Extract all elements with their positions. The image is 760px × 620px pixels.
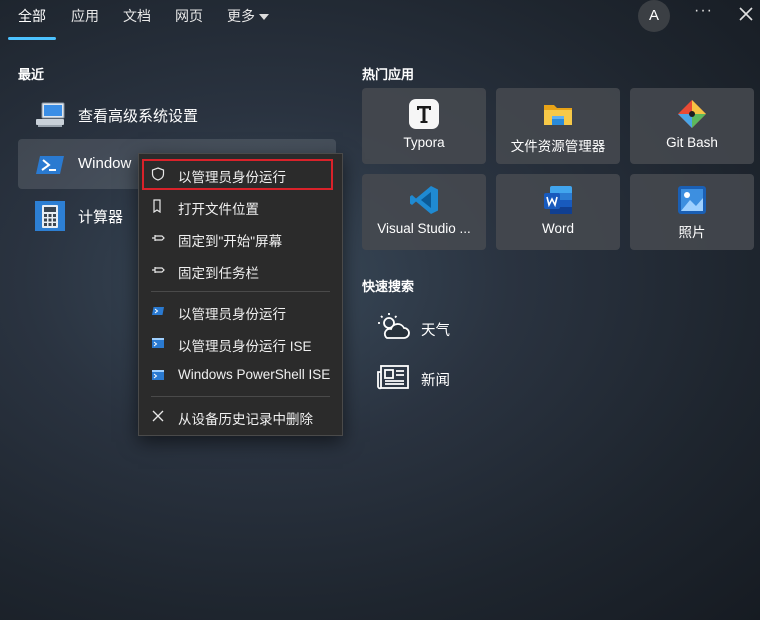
app-tile-label: 照片	[678, 225, 706, 240]
system-settings-icon	[36, 102, 65, 127]
app-tile-label: Visual Studio ...	[377, 221, 471, 236]
tab-more[interactable]: 更多	[227, 6, 269, 26]
chevron-down-icon	[259, 14, 269, 21]
app-tile-word[interactable]: Word	[496, 174, 620, 250]
close-icon[interactable]	[738, 6, 754, 22]
app-tile-git-bash[interactable]: Git Bash	[630, 88, 754, 164]
file-location-icon	[153, 199, 161, 213]
pin-icon	[152, 267, 165, 273]
recent-item-label: 查看高级系统设置	[78, 108, 199, 125]
menu-item-label: 以管理员身份运行	[178, 307, 286, 322]
menu-item-run-as-admin-2[interactable]: 以管理员身份运行	[139, 295, 342, 327]
file-explorer-icon	[544, 105, 572, 125]
photos-icon	[678, 186, 706, 214]
word-icon	[544, 186, 572, 214]
menu-item-pin-to-taskbar[interactable]: 固定到任务栏	[139, 254, 342, 286]
recent-item-label: Window	[78, 155, 132, 172]
menu-item-pin-to-start[interactable]: 固定到"开始"屏幕	[139, 222, 342, 254]
git-bash-icon	[678, 100, 706, 128]
tab-apps[interactable]: 应用	[71, 6, 99, 26]
app-tile-typora[interactable]: Typora	[362, 88, 486, 164]
tab-all[interactable]: 全部	[18, 6, 46, 26]
pin-icon	[152, 235, 165, 241]
quick-search-label: 新闻	[421, 373, 450, 389]
more-options-button[interactable]: ···	[694, 2, 713, 20]
recent-item-label: 计算器	[78, 209, 124, 226]
menu-item-label: Windows PowerShell ISE	[178, 367, 331, 382]
vscode-icon	[410, 186, 438, 214]
menu-item-label: 以管理员身份运行 ISE	[178, 339, 312, 354]
menu-item-remove-from-history[interactable]: 从设备历史记录中删除	[139, 400, 342, 432]
powershell-icon	[152, 307, 164, 315]
app-tile-label: Typora	[403, 135, 445, 150]
app-tile-photos[interactable]: 照片	[630, 174, 754, 250]
app-tile-file-explorer[interactable]: 文件资源管理器	[496, 88, 620, 164]
quick-search-title: 快速搜索	[362, 279, 415, 294]
quick-search-label: 天气	[421, 323, 450, 339]
context-menu: 以管理员身份运行 打开文件位置 固定到"开始"屏幕 固定到任务栏 以管理员身份运…	[138, 153, 343, 436]
avatar[interactable]: A	[638, 0, 670, 32]
tab-documents[interactable]: 文档	[123, 6, 151, 26]
powershell-icon	[36, 156, 64, 174]
menu-separator	[151, 291, 330, 292]
typora-icon	[409, 99, 439, 129]
tab-more-label: 更多	[227, 8, 255, 24]
app-tile-vscode[interactable]: Visual Studio ...	[362, 174, 486, 250]
weather-icon	[378, 313, 410, 339]
app-tile-label: 文件资源管理器	[510, 139, 606, 154]
menu-item-powershell-ise[interactable]: Windows PowerShell ISE	[139, 359, 342, 391]
menu-item-label: 打开文件位置	[178, 202, 259, 217]
powershell-ise-icon	[152, 338, 164, 348]
news-icon	[377, 365, 409, 390]
active-tab-indicator	[8, 37, 56, 40]
tab-web[interactable]: 网页	[175, 6, 203, 26]
recent-item-system-settings[interactable]: 查看高级系统设置	[18, 89, 336, 139]
menu-separator	[151, 396, 330, 397]
menu-item-open-file-location[interactable]: 打开文件位置	[139, 190, 342, 222]
menu-item-label: 固定到"开始"屏幕	[178, 234, 283, 249]
app-tile-label: Git Bash	[666, 135, 718, 150]
app-tile-label: Word	[541, 221, 574, 236]
close-icon	[152, 410, 164, 422]
highlight-box	[142, 159, 333, 190]
calculator-icon	[35, 201, 65, 231]
recent-title: 最近	[18, 67, 45, 82]
menu-item-label: 固定到任务栏	[178, 266, 259, 281]
menu-item-run-as-admin-ise[interactable]: 以管理员身份运行 ISE	[139, 327, 342, 359]
search-tabs: 全部 应用 文档 网页 更多 A ···	[0, 0, 760, 40]
powershell-ise-icon	[152, 370, 164, 380]
menu-item-label: 从设备历史记录中删除	[178, 412, 313, 427]
hot-apps-title: 热门应用	[362, 67, 415, 82]
